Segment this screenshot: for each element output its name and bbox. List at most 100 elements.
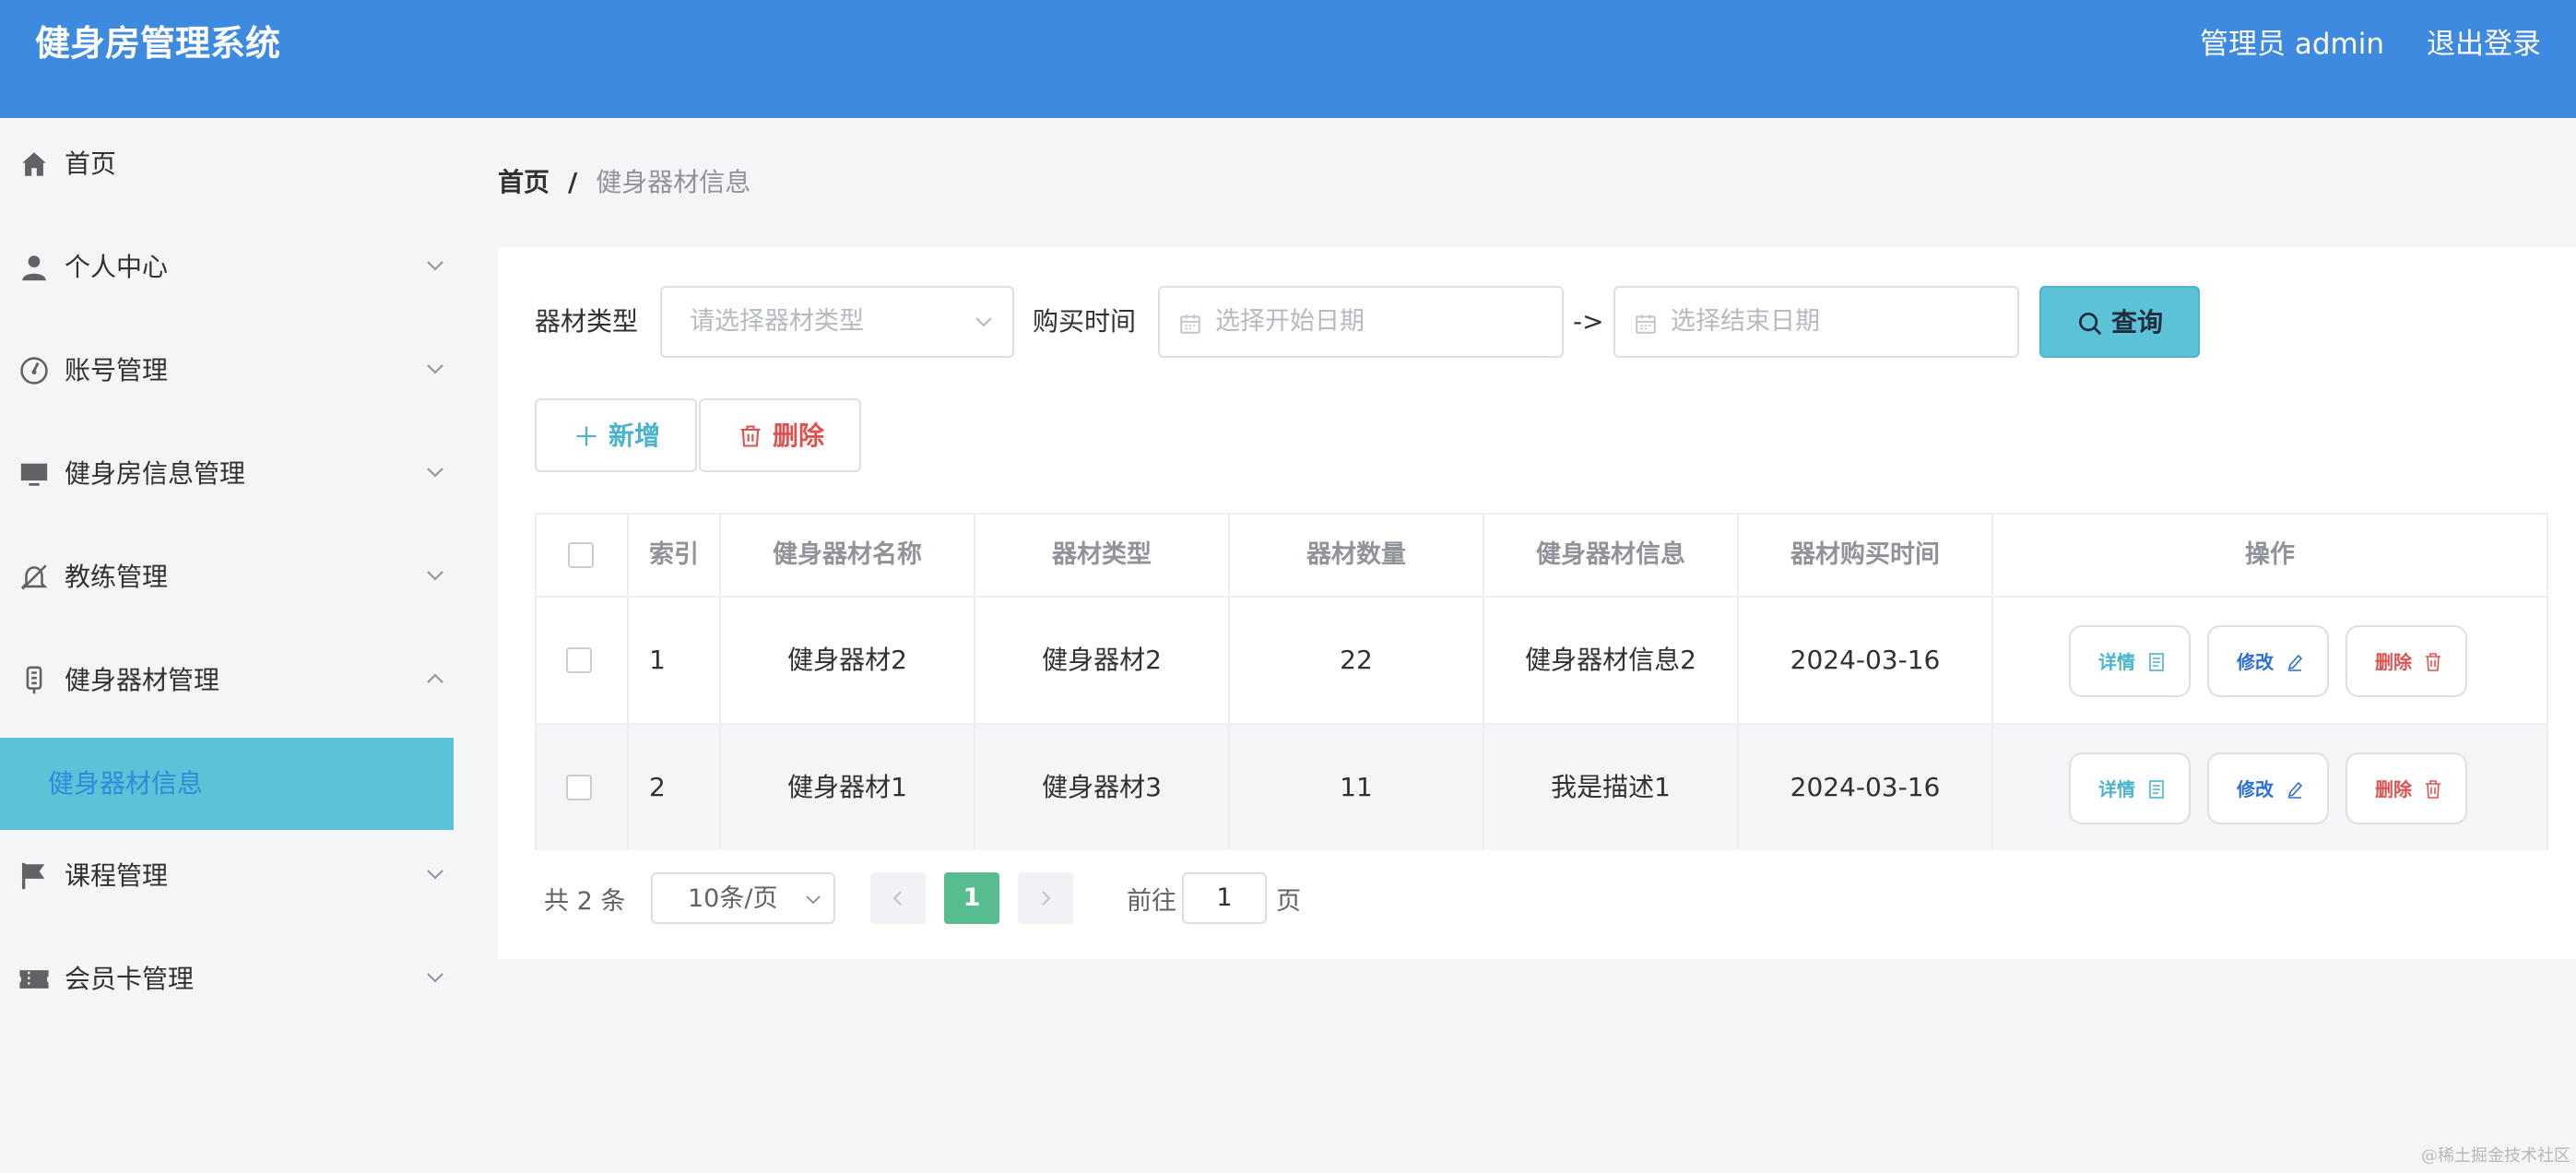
row-checkbox[interactable] [566,647,592,673]
batch-delete-label: 删除 [773,421,825,451]
batch-delete-button[interactable]: 删除 [699,398,861,472]
page-number-current[interactable]: 1 [944,872,999,924]
sidebar-item-home[interactable]: 首页 [0,118,454,210]
bell-off-icon [20,564,48,590]
sidebar-item-accounts[interactable]: 账号管理 [0,325,454,417]
table-row: 2 健身器材1 健身器材3 11 我是描述1 2024-03-16 详情 修改 … [537,723,2546,850]
chevron-down-icon [427,468,443,478]
cell-quantity: 22 [1230,598,1484,723]
chevron-down-icon [975,317,992,327]
type-select-placeholder: 请选择器材类型 [690,307,864,336]
row-checkbox[interactable] [566,775,592,800]
column-header: 健身器材名称 [721,515,975,596]
cell-index: 1 [629,598,721,723]
sidebar-item-label: 课程管理 [65,860,169,891]
page-size-select[interactable]: 10条/页 [651,872,835,924]
chevron-up-icon [427,673,443,683]
edit-button-label: 修改 [2237,651,2274,673]
select-all-checkbox[interactable] [568,542,594,568]
trash-icon [2426,653,2440,671]
pencil-icon [2287,654,2303,671]
detail-button[interactable]: 详情 [2069,625,2191,697]
breadcrumb-current: 健身器材信息 [596,167,751,197]
goto-label: 前往 [1127,887,1176,916]
sidebar-subitem-label: 健身器材信息 [48,768,204,799]
document-icon [2149,653,2164,671]
delete-button-label: 删除 [2375,778,2412,800]
page-size-value: 10条/页 [688,884,778,913]
start-date-placeholder: 选择开始日期 [1215,307,1365,336]
search-icon [2079,313,2102,336]
equipment-icon [26,666,42,694]
trash-icon [2426,780,2440,799]
goto-page-input[interactable]: 1 [1182,872,1267,924]
sidebar-item-coaches[interactable]: 教练管理 [0,531,454,623]
edit-button-label: 修改 [2237,778,2274,800]
calendar-icon [1180,314,1200,334]
column-header: 操作 [2245,540,2295,569]
chevron-down-icon [427,973,443,983]
cell-index: 2 [629,725,721,850]
cell-purchase-date: 2024-03-16 [1739,598,1993,723]
sidebar-item-gym-info[interactable]: 健身房信息管理 [0,428,454,520]
delete-button[interactable]: 删除 [2346,625,2467,697]
column-header: 器材数量 [1230,515,1484,596]
chevron-down-icon [806,895,821,905]
sidebar-subitem-equipment-info[interactable]: 健身器材信息 [0,738,454,830]
type-filter-label: 器材类型 [535,306,639,337]
page-unit-label: 页 [1276,887,1301,916]
sidebar-item-label: 会员卡管理 [65,964,195,994]
sidebar-item-label: 账号管理 [65,355,169,385]
sidebar-item-label: 教练管理 [65,562,169,592]
column-header: 器材购买时间 [1739,515,1993,596]
edit-button[interactable]: 修改 [2207,752,2329,824]
type-select[interactable]: 请选择器材类型 [660,286,1014,358]
monitor-icon [20,463,48,486]
edit-button[interactable]: 修改 [2207,625,2329,697]
cell-info: 我是描述1 [1484,725,1739,850]
purchase-time-label: 购买时间 [1033,306,1137,337]
home-icon [22,152,46,176]
sidebar-item-member-cards[interactable]: 会员卡管理 [0,933,454,1025]
add-button-label: 新增 [609,421,661,451]
logout-link[interactable]: 退出登录 [2427,22,2541,66]
sidebar-item-label: 首页 [65,148,117,179]
add-button[interactable]: 新增 [535,398,697,472]
date-range-arrow: -> [1573,306,1604,337]
detail-button-label: 详情 [2098,778,2135,800]
sidebar-item-profile[interactable]: 个人中心 [0,221,454,314]
user-icon [22,255,46,281]
column-header: 器材类型 [975,515,1230,596]
column-header: 索引 [629,515,721,596]
cell-type: 健身器材3 [975,725,1230,850]
equipment-table: 索引 健身器材名称 器材类型 器材数量 健身器材信息 器材购买时间 操作 1 健… [535,513,2548,850]
end-date-picker[interactable]: 选择结束日期 [1613,286,2019,358]
query-button-label: 查询 [2111,307,2164,338]
chevron-down-icon [427,571,443,581]
end-date-placeholder: 选择结束日期 [1671,307,1820,336]
detail-button[interactable]: 详情 [2069,752,2191,824]
row-select-cell [537,725,629,850]
next-page-button[interactable] [1018,872,1073,924]
admin-user-label: 管理员 admin [2200,28,2384,61]
row-select-cell [537,598,629,723]
sidebar-item-label: 健身房信息管理 [65,458,246,489]
flag-icon [21,862,45,890]
start-date-picker[interactable]: 选择开始日期 [1158,286,1564,358]
header-select-all-cell [537,515,629,596]
query-button[interactable]: 查询 [2039,286,2200,358]
sidebar-item-courses[interactable]: 课程管理 [0,830,454,922]
sidebar-item-label: 个人中心 [65,252,169,282]
chevron-down-icon [427,870,443,880]
delete-button[interactable]: 删除 [2346,752,2467,824]
prev-page-button[interactable] [870,872,926,924]
chevron-right-icon [1042,891,1051,906]
breadcrumb-separator: / [568,167,578,197]
breadcrumb: 首页 / 健身器材信息 [498,160,750,205]
watermark: @稀土掘金技术社区 [2421,1146,2570,1166]
breadcrumb-home[interactable]: 首页 [498,167,549,197]
table-row: 1 健身器材2 健身器材2 22 健身器材信息2 2024-03-16 详情 修… [537,596,2546,723]
app-title: 健身房管理系统 [35,23,281,64]
chevron-down-icon [427,261,443,271]
sidebar-item-equipment[interactable]: 健身器材管理 [0,634,454,727]
